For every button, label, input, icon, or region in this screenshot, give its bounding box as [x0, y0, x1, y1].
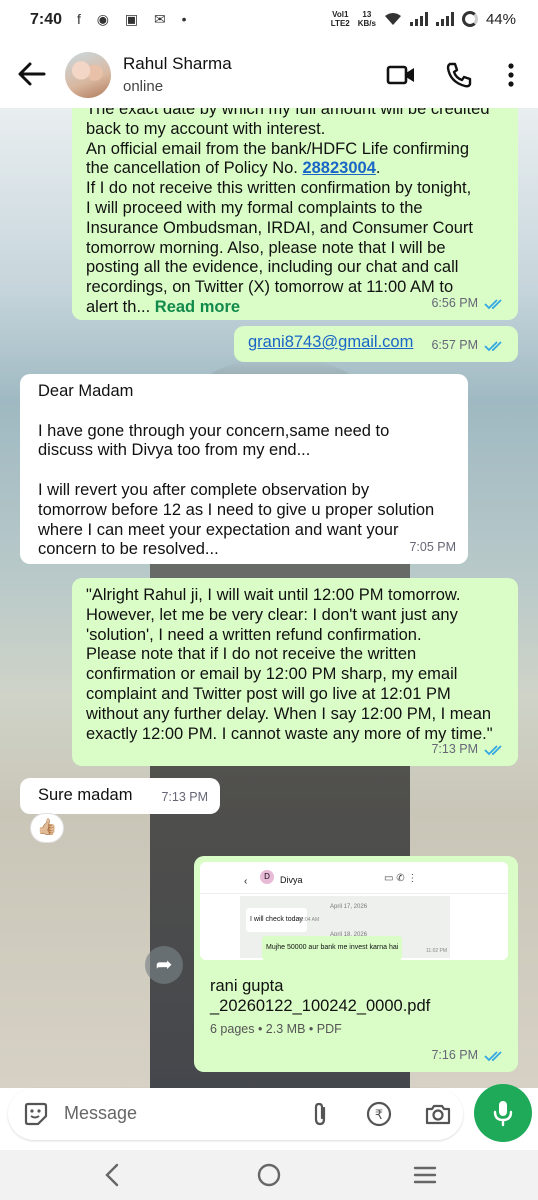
message-time: 6:56 PM — [431, 296, 478, 311]
nav-home-icon[interactable] — [256, 1162, 282, 1188]
message-time: 7:05 PM — [409, 540, 456, 555]
system-nav-bar — [0, 1150, 538, 1200]
thumbnail-body: April 17, 2026 I will check today 12:04 … — [240, 896, 450, 960]
phone-icon[interactable] — [444, 60, 474, 90]
incoming-message[interactable]: Dear Madam I have gone through your conc… — [20, 374, 468, 564]
attach-icon[interactable] — [306, 1100, 334, 1128]
more-vert-icon[interactable] — [496, 60, 526, 90]
message-meta: 7:13 PM — [161, 788, 208, 808]
email-link[interactable]: grani8743@gmail.com — [248, 333, 413, 353]
battery-percent: 44% — [485, 10, 516, 28]
nav-back-icon[interactable] — [100, 1162, 126, 1188]
read-ticks-icon — [484, 745, 502, 756]
message-placeholder: Message — [64, 1103, 138, 1123]
document-name: rani gupta _20260122_100242_0000.pdf — [210, 977, 431, 1015]
status-right: Vol1 LTE2 13 KB/s 44% — [331, 10, 516, 28]
policy-number-link[interactable]: 28823004 — [302, 159, 375, 177]
reaction-thumbs-up[interactable]: 👍🏼 — [30, 813, 64, 843]
signal-2-icon — [435, 12, 454, 26]
message-text: "Alright Rahul ji, I will wait until 12:… — [86, 586, 493, 743]
chat-header: Rahul Sharma online — [0, 40, 538, 108]
message-meta: 7:16 PM — [431, 1046, 506, 1066]
outgoing-message[interactable]: The exact date by which my full amount w… — [72, 108, 518, 320]
wifi-icon — [384, 13, 401, 25]
thumbnail-header: ‹ D Divya ▭ ✆ ⋮ — [200, 862, 508, 894]
read-ticks-icon — [484, 1051, 502, 1062]
read-ticks-icon — [484, 341, 502, 352]
chat-area[interactable]: The exact date by which my full amount w… — [0, 108, 538, 1088]
read-more-link[interactable]: Read more — [155, 298, 240, 316]
incoming-message[interactable]: Sure madam 7:13 PM — [20, 778, 220, 814]
contact-status: online — [123, 78, 164, 95]
avatar[interactable] — [65, 52, 111, 98]
mic-button[interactable] — [474, 1084, 532, 1142]
message-time: 6:57 PM — [431, 338, 478, 353]
camera-icon[interactable] — [424, 1100, 452, 1128]
message-time: 7:13 PM — [431, 742, 478, 757]
read-ticks-icon — [484, 299, 502, 310]
video-call-icon[interactable] — [386, 60, 416, 90]
svg-text:₹: ₹ — [375, 1108, 383, 1123]
message-text: Sure madam — [38, 786, 133, 804]
message-meta: 7:05 PM — [409, 538, 456, 558]
status-bar: 7:40 f ◉ ▣ ✉ • Vol1 LTE2 13 KB/s 44% — [0, 0, 538, 40]
sticker-icon[interactable] — [22, 1100, 50, 1128]
network-label: Vol1 LTE2 — [330, 10, 350, 28]
signal-1-icon — [409, 12, 428, 26]
mic-icon — [493, 1101, 513, 1127]
message-time: 7:16 PM — [431, 1048, 478, 1063]
speed-label: 13 KB/s — [357, 10, 376, 28]
forward-icon[interactable]: ➦ — [145, 946, 183, 984]
battery-icon — [461, 11, 478, 27]
rupee-payment-icon[interactable]: ₹ — [365, 1100, 393, 1128]
message-meta: 6:57 PM — [431, 336, 506, 356]
message-input[interactable]: Message ₹ — [8, 1088, 463, 1140]
contact-name[interactable]: Rahul Sharma — [123, 54, 232, 74]
notification-icons: f ◉ ▣ ✉ • — [77, 11, 193, 27]
message-composer: Message ₹ — [0, 1084, 538, 1150]
status-time: 7:40 — [30, 11, 63, 28]
message-time: 7:13 PM — [161, 790, 208, 805]
document-thumbnail[interactable]: ‹ D Divya ▭ ✆ ⋮ April 17, 2026 I will ch… — [200, 862, 508, 960]
document-meta: 6 pages • 2.3 MB • PDF — [210, 1022, 342, 1036]
nav-recents-icon[interactable] — [412, 1162, 438, 1188]
message-meta: 7:13 PM — [431, 740, 506, 760]
outgoing-message[interactable]: "Alright Rahul ji, I will wait until 12:… — [72, 578, 518, 766]
message-meta: 6:56 PM — [431, 294, 506, 314]
document-message[interactable]: ‹ D Divya ▭ ✆ ⋮ April 17, 2026 I will ch… — [194, 856, 518, 1072]
message-text: Dear Madam I have gone through your conc… — [38, 382, 435, 559]
outgoing-message[interactable]: grani8743@gmail.com 6:57 PM — [234, 326, 518, 362]
back-arrow-icon[interactable] — [16, 60, 46, 88]
message-text: The exact date by which my full amount w… — [86, 108, 490, 316]
